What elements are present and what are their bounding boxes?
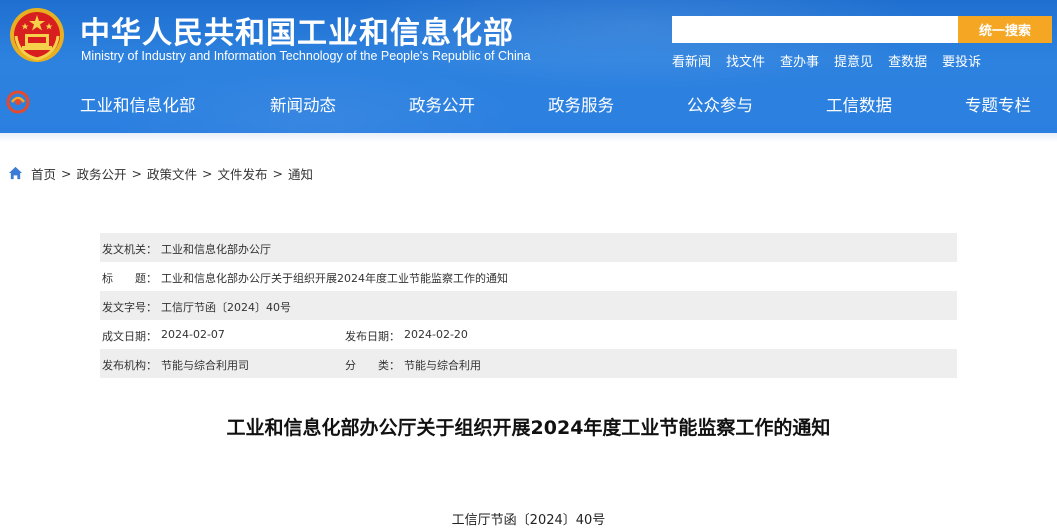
search-input[interactable] xyxy=(672,16,958,43)
nav-item-government-affairs[interactable]: 政务公开 xyxy=(409,92,475,116)
meta-title-value: 工业和信息化部办公厅关于组织开展2024年度工业节能监察工作的通知 xyxy=(161,272,508,285)
meta-publish-date-value: 2024-02-20 xyxy=(404,328,468,341)
meta-issuer-value: 工业和信息化部办公厅 xyxy=(161,243,271,256)
article-title: 工业和信息化部办公厅关于组织开展2024年度工业节能监察工作的通知 xyxy=(226,417,831,439)
site-header: 中华人民共和国工业和信息化部 Ministry of Industry and … xyxy=(0,0,1057,133)
meta-org-value: 节能与综合利用司 xyxy=(161,359,249,372)
nav-item-ministry[interactable]: 工业和信息化部 xyxy=(80,92,196,116)
site-title[interactable]: 中华人民共和国工业和信息化部 xyxy=(80,8,514,52)
nav-item-services[interactable]: 政务服务 xyxy=(548,92,614,116)
quick-link-documents[interactable]: 找文件 xyxy=(726,51,765,70)
nav-item-news[interactable]: 新闻动态 xyxy=(270,92,336,116)
quick-link-news[interactable]: 看新闻 xyxy=(672,51,711,70)
quick-link-services[interactable]: 查办事 xyxy=(780,51,819,70)
meta-row-org-category: 发布机构： 节能与综合利用司 分 类： 节能与综合利用 xyxy=(100,349,957,378)
site-subtitle-en: Ministry of Industry and Information Tec… xyxy=(81,49,531,63)
meta-written-date-value: 2024-02-07 xyxy=(161,328,225,341)
meta-category-label: 分 类： xyxy=(345,359,400,372)
search-box xyxy=(672,16,958,43)
main-nav: 工业和信息化部 新闻动态 政务公开 政务服务 公众参与 工信数据 专题专栏 xyxy=(40,84,1057,122)
meta-category-value: 节能与综合利用 xyxy=(404,359,481,372)
home-icon[interactable] xyxy=(8,166,23,180)
meta-issuer-label: 发文机关： xyxy=(102,243,157,256)
document-meta-table: 发文机关： 工业和信息化部办公厅 标 题： 工业和信息化部办公厅关于组织开展20… xyxy=(100,233,957,378)
meta-written-date-label: 成文日期： xyxy=(102,330,157,343)
meta-row-doc-number: 发文字号： 工信厅节函〔2024〕40号 xyxy=(100,291,957,320)
breadcrumb-policy-documents[interactable]: 政策文件 xyxy=(147,164,197,183)
breadcrumb-separator: > xyxy=(272,165,283,181)
breadcrumb-separator: > xyxy=(202,165,213,181)
quick-links: 看新闻 找文件 查办事 提意见 查数据 要投诉 xyxy=(672,51,981,70)
quick-link-complaint[interactable]: 要投诉 xyxy=(942,51,981,70)
meta-org-label: 发布机构： xyxy=(102,359,157,372)
breadcrumb-separator: > xyxy=(131,165,142,181)
meta-publish-date-label: 发布日期： xyxy=(345,330,400,343)
header-shadow xyxy=(0,133,1057,142)
meta-row-issuer: 发文机关： 工业和信息化部办公厅 xyxy=(100,233,957,262)
meta-title-label: 标 题： xyxy=(102,272,157,285)
quick-link-data[interactable]: 查数据 xyxy=(888,51,927,70)
nav-item-data[interactable]: 工信数据 xyxy=(826,92,892,116)
nav-item-public-participation[interactable]: 公众参与 xyxy=(687,92,753,116)
meta-doc-number-value: 工信厅节函〔2024〕40号 xyxy=(161,301,291,314)
site-logo-icon[interactable] xyxy=(6,90,30,114)
meta-doc-number-label: 发文字号： xyxy=(102,301,157,314)
national-emblem-icon[interactable] xyxy=(8,6,66,64)
article-doc-number: 工信厅节函〔2024〕40号 xyxy=(451,513,606,528)
breadcrumb-separator: > xyxy=(61,165,72,181)
search-button[interactable]: 统一搜索 xyxy=(958,16,1052,43)
breadcrumb-notice[interactable]: 通知 xyxy=(288,164,313,183)
nav-item-special-topics[interactable]: 专题专栏 xyxy=(965,92,1031,116)
meta-row-dates: 成文日期： 2024-02-07 发布日期： 2024-02-20 xyxy=(100,320,957,349)
breadcrumb: 首页 > 政务公开 > 政策文件 > 文件发布 > 通知 xyxy=(8,164,313,182)
meta-row-title: 标 题： 工业和信息化部办公厅关于组织开展2024年度工业节能监察工作的通知 xyxy=(100,262,957,291)
quick-link-feedback[interactable]: 提意见 xyxy=(834,51,873,70)
breadcrumb-home[interactable]: 首页 xyxy=(31,164,56,183)
breadcrumb-government-affairs[interactable]: 政务公开 xyxy=(77,164,127,183)
breadcrumb-document-release[interactable]: 文件发布 xyxy=(218,164,268,183)
